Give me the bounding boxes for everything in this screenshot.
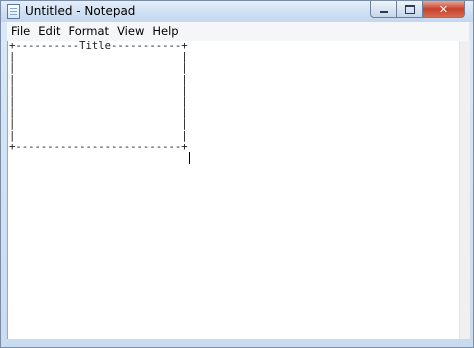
maximize-button[interactable] <box>396 1 422 18</box>
window-title: Untitled - Notepad <box>25 4 136 18</box>
vertical-scrollbar[interactable] <box>459 41 470 339</box>
menu-format[interactable]: Format <box>65 22 114 41</box>
text-editor[interactable]: +----------Title-----------+ | | | | | |… <box>7 41 459 339</box>
editor-content[interactable]: +----------Title-----------+ | | | | | |… <box>8 41 459 153</box>
minimize-button[interactable] <box>370 1 396 18</box>
menu-edit[interactable]: Edit <box>34 22 64 41</box>
close-icon: ✕ <box>438 2 449 16</box>
text-caret <box>189 152 190 164</box>
notepad-window: Untitled - Notepad ✕ File Edit Format Vi… <box>0 0 474 348</box>
close-button[interactable]: ✕ <box>422 1 465 18</box>
menu-bar: File Edit Format View Help <box>7 22 469 42</box>
menu-view[interactable]: View <box>113 22 148 41</box>
notepad-icon[interactable] <box>7 4 20 19</box>
menu-file[interactable]: File <box>7 22 34 41</box>
minimize-icon <box>379 11 388 13</box>
menu-help[interactable]: Help <box>148 22 182 41</box>
window-bottom-border <box>7 339 469 343</box>
title-bar[interactable]: Untitled - Notepad ✕ <box>1 1 473 22</box>
maximize-icon <box>404 4 415 14</box>
caption-buttons: ✕ <box>370 1 465 19</box>
